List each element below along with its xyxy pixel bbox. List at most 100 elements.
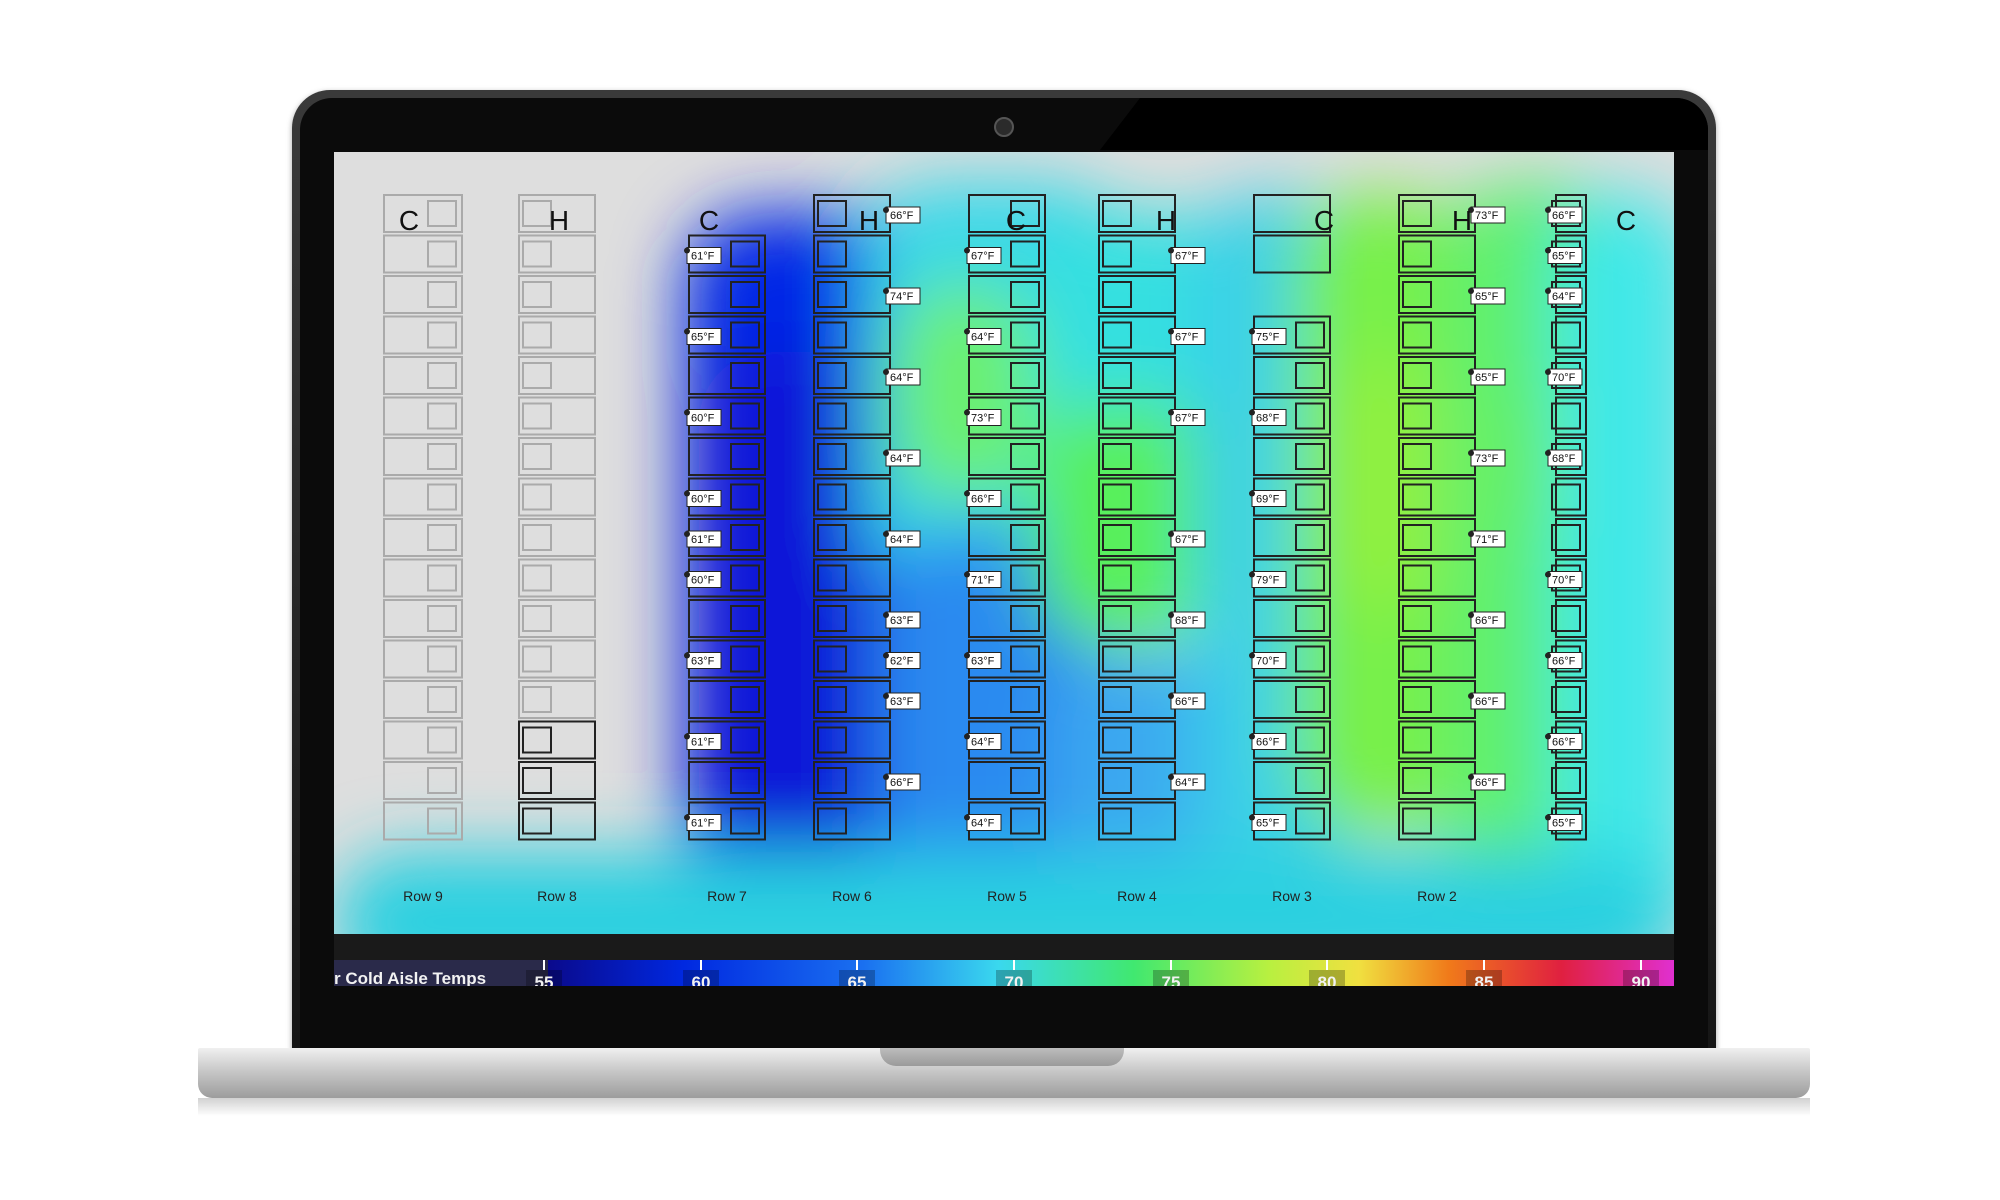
temperature-value: 64°F [890, 372, 914, 384]
aisle-label: H [1452, 205, 1472, 236]
temperature-tag[interactable]: 73°F [1468, 206, 1506, 224]
legend-title: r Cold Aisle Temps [334, 969, 486, 986]
temperature-value: 75°F [1256, 332, 1280, 344]
sensor-dot-icon [684, 490, 690, 497]
temperature-tag[interactable]: 73°F [1468, 449, 1506, 467]
heatmap-screen: w 10Row 9Row 861°F65°F60°F60°F61°F60°F63… [334, 152, 1674, 986]
temperature-value: 61°F [691, 251, 715, 263]
temperature-tag[interactable]: 63°F [964, 652, 1002, 669]
rack-inner [427, 200, 457, 227]
temperature-tag[interactable]: 66°F [1468, 773, 1506, 791]
temperature-tag[interactable]: 60°F [684, 571, 722, 588]
sensor-dot-icon [964, 409, 970, 416]
temperature-tag[interactable]: 68°F [1249, 409, 1287, 426]
temperature-tag[interactable]: 66°F [883, 773, 921, 791]
temperature-tag[interactable]: 60°F [684, 409, 722, 426]
temperature-tag[interactable]: 71°F [964, 571, 1002, 588]
temperature-tag[interactable]: 70°F [1545, 368, 1583, 386]
temperature-tag[interactable]: 64°F [883, 449, 921, 467]
temperature-tag[interactable]: 65°F [684, 328, 722, 345]
temperature-tag[interactable]: 66°F [1468, 611, 1506, 629]
temperature-tag[interactable]: 73°F [964, 409, 1002, 426]
temperature-tag[interactable]: 63°F [684, 652, 722, 669]
temperature-tag[interactable]: 66°F [883, 206, 921, 224]
sensor-dot-icon [1468, 288, 1474, 294]
temperature-tag[interactable]: 67°F [1168, 328, 1206, 345]
sensor-dot-icon [1249, 328, 1255, 335]
temperature-tag[interactable]: 70°F [1545, 571, 1583, 588]
temperature-tag[interactable]: 62°F [883, 652, 921, 669]
temperature-value: 65°F [1475, 291, 1499, 303]
temperature-tag[interactable]: 64°F [964, 814, 1002, 831]
temperature-tag[interactable]: 68°F [1545, 449, 1583, 467]
temperature-tag[interactable]: 67°F [1168, 530, 1206, 548]
temperature-tag[interactable]: 64°F [1545, 287, 1583, 305]
sensor-dot-icon [883, 450, 889, 456]
temperature-tag[interactable]: 64°F [964, 328, 1002, 345]
temperature-tag[interactable]: 63°F [883, 692, 921, 710]
temperature-value: 70°F [1552, 575, 1576, 587]
temperature-tag[interactable]: 68°F [1168, 611, 1206, 629]
temperature-tag[interactable]: 66°F [1468, 692, 1506, 710]
temperature-tag[interactable]: 67°F [964, 247, 1002, 264]
temperature-value: 65°F [1256, 818, 1280, 830]
temperature-tag[interactable]: 66°F [1545, 206, 1583, 224]
rack-inner [427, 564, 457, 592]
temperature-tag[interactable]: 74°F [883, 287, 921, 305]
temperature-value: 66°F [890, 210, 914, 222]
temperature-tag[interactable]: 71°F [1468, 530, 1506, 548]
temperature-tag[interactable]: 66°F [964, 490, 1002, 507]
temperature-value: 63°F [890, 696, 914, 708]
temperature-tag[interactable]: 66°F [1545, 652, 1583, 669]
rack-inner [522, 767, 552, 794]
temperature-tag[interactable]: 60°F [684, 490, 722, 507]
temperature-tag[interactable]: 67°F [1168, 247, 1206, 264]
temperature-tag[interactable]: 64°F [964, 733, 1002, 750]
heat-blob [1324, 352, 1444, 612]
temperature-tag[interactable]: 65°F [1545, 247, 1583, 264]
rack-row [518, 194, 596, 841]
temperature-value: 63°F [971, 656, 995, 668]
temperature-tag[interactable]: 79°F [1249, 571, 1287, 588]
rack-inner [522, 686, 552, 713]
sensor-dot-icon [684, 814, 690, 821]
rack-inner [427, 321, 457, 349]
sensor-dot-icon [883, 774, 889, 780]
temperature-tag[interactable]: 61°F [684, 530, 722, 548]
temperature-tag[interactable]: 67°F [1168, 409, 1206, 426]
temperature-value: 66°F [1175, 696, 1199, 708]
temperature-tag[interactable]: 61°F [684, 733, 722, 750]
sensor-dot-icon [1545, 207, 1551, 213]
temperature-tag[interactable]: 61°F [684, 814, 722, 831]
temperature-tag[interactable]: 70°F [1249, 652, 1287, 669]
temperature-tag[interactable]: 69°F [1249, 490, 1287, 507]
temperature-tag[interactable]: 75°F [1249, 328, 1287, 345]
temperature-tag[interactable]: 65°F [1249, 814, 1287, 831]
temperature-value: 66°F [1475, 696, 1499, 708]
sensor-dot-icon [1468, 450, 1474, 456]
temperature-value: 66°F [1475, 777, 1499, 789]
temperature-tag[interactable]: 65°F [1545, 814, 1583, 831]
bezel-glare [1100, 98, 1708, 150]
temperature-value: 60°F [691, 494, 715, 506]
temperature-value: 74°F [890, 291, 914, 303]
temperature-tag[interactable]: 65°F [1468, 287, 1506, 305]
temperature-tag[interactable]: 64°F [883, 368, 921, 386]
rack-inner [427, 240, 457, 268]
temperature-tag[interactable]: 64°F [1168, 773, 1206, 791]
sensor-dot-icon [684, 247, 690, 254]
temperature-tag[interactable]: 66°F [1168, 692, 1206, 710]
temperature-tag[interactable]: 64°F [883, 530, 921, 548]
aisle-label: H [859, 205, 879, 236]
rack-inner [427, 767, 457, 794]
temperature-tag[interactable]: 65°F [1468, 368, 1506, 386]
sensor-dot-icon [1545, 288, 1551, 294]
temperature-value: 66°F [890, 777, 914, 789]
rack-inner [522, 200, 552, 227]
temperature-tag[interactable]: 66°F [1545, 733, 1583, 750]
temperature-tag[interactable]: 63°F [883, 611, 921, 629]
temperature-tag[interactable]: 66°F [1249, 733, 1287, 750]
temperature-tag[interactable]: 61°F [684, 247, 722, 264]
temperature-value: 66°F [971, 494, 995, 506]
sensor-dot-icon [684, 328, 690, 335]
